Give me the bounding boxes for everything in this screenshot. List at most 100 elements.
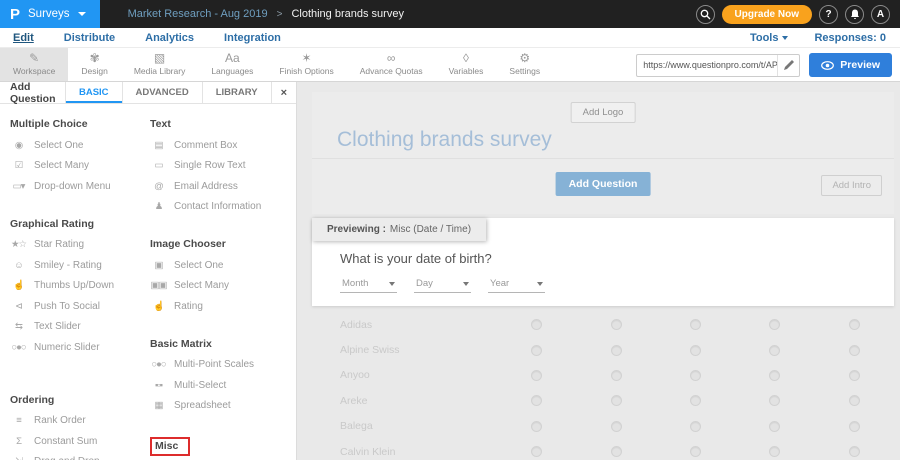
radio-button[interactable] <box>849 370 860 381</box>
avatar[interactable]: A <box>871 5 890 24</box>
toolbar-item[interactable]: ∞ Advance Quotas <box>347 48 436 81</box>
radio-button[interactable] <box>531 319 542 330</box>
help-button[interactable]: ? <box>819 5 838 24</box>
preview-button[interactable]: Preview <box>809 53 892 77</box>
preview-label: Preview <box>840 59 880 71</box>
radio-button[interactable] <box>769 319 780 330</box>
date-part-select[interactable]: Day <box>414 276 471 293</box>
question-type-item[interactable]: ≡ Rank Order <box>10 411 150 432</box>
notifications-button[interactable] <box>845 5 864 24</box>
add-intro-button[interactable]: Add Intro <box>821 175 882 196</box>
question-type-item[interactable]: ☺ Smiley - Rating <box>10 255 150 276</box>
eye-icon <box>821 61 834 70</box>
radio-button[interactable] <box>611 345 622 356</box>
toolbar-item[interactable]: ◊ Variables <box>436 48 497 81</box>
panel-tab[interactable]: ADVANCED <box>122 82 202 103</box>
search-button[interactable] <box>696 5 715 24</box>
radio-button[interactable] <box>531 370 542 381</box>
matrix-row: Alpine Swiss <box>312 337 894 362</box>
toolbar-item[interactable]: Aa Languages <box>198 48 266 81</box>
select-one-icon: ◉ <box>10 141 27 151</box>
question-type-item[interactable]: ▭ Single Row Text <box>150 156 295 177</box>
radio-button[interactable] <box>769 370 780 381</box>
radio-button[interactable] <box>611 370 622 381</box>
date-part-select[interactable]: Month <box>340 276 397 293</box>
brand-label: Calvin Klein <box>312 446 497 458</box>
question-type-item[interactable]: ☝ Rating <box>150 296 295 317</box>
radio-button[interactable] <box>849 395 860 406</box>
radio-button[interactable] <box>769 395 780 406</box>
date-selects: Month Day Year <box>340 276 545 293</box>
question-type-item[interactable]: ▪▫▪ Multi-Select <box>150 375 295 396</box>
menubar-item[interactable]: Edit <box>13 32 34 44</box>
survey-title[interactable]: Clothing brands survey <box>337 128 552 152</box>
menubar-item[interactable]: Analytics <box>145 32 194 44</box>
date-part-select[interactable]: Year <box>488 276 545 293</box>
question-type-item[interactable]: ⇆ Text Slider <box>10 317 150 338</box>
radio-button[interactable] <box>690 421 701 432</box>
radio-button[interactable] <box>531 395 542 406</box>
radio-button[interactable] <box>611 446 622 457</box>
pencil-icon <box>784 60 794 70</box>
question-type-label: Thumbs Up/Down <box>34 280 114 291</box>
upgrade-now-button[interactable]: Upgrade Now <box>722 5 812 24</box>
radio-button[interactable] <box>531 446 542 457</box>
toolbar-item[interactable]: ✾ Design <box>68 48 120 81</box>
radio-button[interactable] <box>690 446 701 457</box>
toolbar-item[interactable]: ⚙ Settings <box>496 48 553 81</box>
survey-url-value[interactable]: https://www.questionpro.com/t/APNrfZ <box>637 60 777 70</box>
radio-button[interactable] <box>849 319 860 330</box>
question-type-item[interactable]: ★☆ Star Rating <box>10 235 150 256</box>
radio-button[interactable] <box>611 421 622 432</box>
toolbar-item[interactable]: ▧ Media Library <box>121 48 199 81</box>
toolbar-item[interactable]: ✎ Workspace <box>0 48 68 81</box>
radio-button[interactable] <box>849 446 860 457</box>
panel-tab[interactable]: BASIC <box>65 82 122 103</box>
radio-button[interactable] <box>611 395 622 406</box>
question-type-item[interactable]: ⊲ Push To Social <box>10 296 150 317</box>
breadcrumb-parent-link[interactable]: Market Research - Aug 2019 <box>128 8 268 20</box>
question-type-item[interactable]: @ Email Address <box>150 176 295 197</box>
question-type-item[interactable]: ○●○ Numeric Slider <box>10 337 150 358</box>
add-logo-button[interactable]: Add Logo <box>571 102 636 123</box>
add-question-button[interactable]: Add Question <box>556 172 651 196</box>
edit-url-button[interactable] <box>777 55 799 76</box>
question-type-item[interactable]: ▤ Comment Box <box>150 135 295 156</box>
question-type-label: Star Rating <box>34 239 84 250</box>
radio-button[interactable] <box>611 319 622 330</box>
survey-url-box: https://www.questionpro.com/t/APNrfZ <box>636 54 800 77</box>
question-type-item[interactable]: ⇲ Drag and Drop <box>10 452 150 460</box>
question-type-item[interactable]: ♟ Contact Information <box>150 197 295 218</box>
question-type-label: Comment Box <box>174 140 237 151</box>
product-label: Surveys <box>28 8 70 20</box>
radio-button[interactable] <box>690 370 701 381</box>
question-type-item[interactable]: ▣▣ Select Many <box>150 276 295 297</box>
question-type-item[interactable]: Σ Constant Sum <box>10 431 150 452</box>
question-type-item[interactable]: ☝ Thumbs Up/Down <box>10 276 150 297</box>
radio-button[interactable] <box>849 421 860 432</box>
surveys-app-menu[interactable]: P Surveys <box>0 0 100 28</box>
radio-button[interactable] <box>769 345 780 356</box>
question-type-item[interactable]: ▣ Select One <box>150 255 295 276</box>
toolbar-item[interactable]: ✶ Finish Options <box>266 48 346 81</box>
panel-tab[interactable]: LIBRARY <box>202 82 271 103</box>
radio-button[interactable] <box>690 395 701 406</box>
tools-menu[interactable]: Tools <box>750 32 789 44</box>
menubar-item[interactable]: Integration <box>224 32 281 44</box>
radio-button[interactable] <box>849 345 860 356</box>
radio-button[interactable] <box>690 345 701 356</box>
question-type-item[interactable]: ◉ Select One <box>10 135 150 156</box>
question-type-item[interactable]: ▦ Spreadsheet <box>150 396 295 417</box>
radio-button[interactable] <box>769 421 780 432</box>
question-type-item[interactable]: ▭▾ Drop-down Menu <box>10 176 150 197</box>
question-type-item[interactable]: ☑ Select Many <box>10 156 150 177</box>
constant-sum-icon: Σ <box>10 437 27 447</box>
radio-button[interactable] <box>531 345 542 356</box>
radio-button[interactable] <box>531 421 542 432</box>
radio-button[interactable] <box>690 319 701 330</box>
close-icon[interactable]: × <box>271 82 296 103</box>
question-type-item[interactable]: ○●○ Multi-Point Scales <box>150 355 295 376</box>
radio-button[interactable] <box>769 446 780 457</box>
responses-count[interactable]: Responses: 0 <box>814 32 886 44</box>
menubar-item[interactable]: Distribute <box>64 32 115 44</box>
